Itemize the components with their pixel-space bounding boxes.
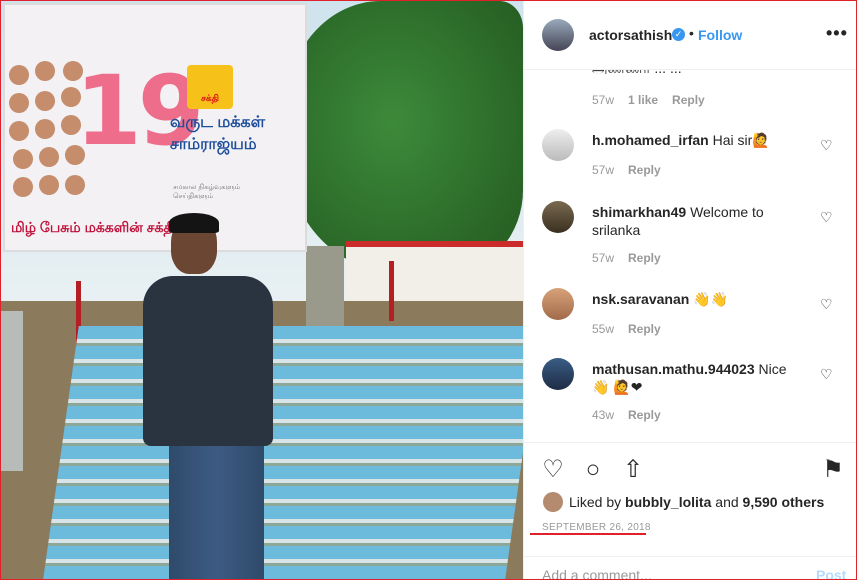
commenter-avatar[interactable] [542, 201, 574, 233]
comment-body: Hai sir🙋 [712, 132, 770, 148]
liked-count[interactable]: 9,590 others [743, 494, 825, 510]
partial-comment-text: அண்ணா ... ... [592, 70, 682, 79]
comment-meta: 57w Reply [592, 251, 675, 265]
photo-stairs [43, 326, 523, 579]
photo-pillar [306, 246, 344, 326]
post-date[interactable]: SEPTEMBER 26, 2018 [542, 522, 651, 533]
photo-tree [286, 1, 523, 271]
share-icon[interactable]: ⇧ [620, 457, 646, 483]
commenter-avatar[interactable] [542, 358, 574, 390]
liked-by-text: Liked by bubbly_lolita and 9,590 others [543, 492, 825, 512]
billboard-line2: சாம்ராஜ்யம் [170, 136, 257, 153]
like-comment-icon[interactable]: ♡ [820, 138, 834, 152]
reply-button[interactable]: Reply [628, 408, 661, 422]
comment-time: 57w [592, 163, 615, 177]
follow-button[interactable]: Follow [698, 27, 742, 43]
reply-button[interactable]: Reply [628, 322, 661, 336]
comment-meta: 55w Reply [592, 322, 675, 336]
screenshot-frame: 19 சக்தி வருட மக்கள் சாம்ராஜ்யம் சமகால ந… [0, 0, 857, 580]
comment-time: 43w [592, 408, 615, 422]
commenter-avatar[interactable] [542, 129, 574, 161]
add-comment-input[interactable]: Add a comment... [542, 567, 652, 579]
comment-time: 57w [592, 93, 615, 107]
verified-badge-icon: ✓ [672, 28, 685, 41]
comment-time: 55w [592, 322, 615, 336]
more-options-icon[interactable]: ••• [826, 23, 848, 44]
like-comment-icon[interactable]: ♡ [820, 367, 834, 381]
comments-list[interactable]: அண்ணா ... ... 57w 1 like Reply h.mohamed_i… [524, 70, 856, 442]
commenter-username[interactable]: nsk.saravanan [592, 291, 689, 307]
commenter-username[interactable]: h.mohamed_irfan [592, 132, 709, 148]
like-comment-icon[interactable]: ♡ [820, 297, 834, 311]
photo-red-pole [389, 261, 394, 321]
post-photo: 19 சக்தி வருட மக்கள் சாம்ராஜ்யம் சமகால ந… [1, 1, 523, 579]
liked-prefix: Liked by [569, 494, 622, 510]
person-shirt [143, 276, 273, 446]
billboard-small-text: சமகால நிகழ்வுகளும் செய்திகளும் [173, 184, 241, 200]
author-avatar[interactable] [542, 19, 574, 51]
comment-bubble-icon[interactable]: ○ [580, 457, 606, 483]
billboard-line1: வருட மக்கள் [170, 114, 266, 131]
post-actions: ♡ ○ ⇧ ⚑ Liked by bubbly_lolita and 9,590… [524, 442, 856, 579]
liked-and: and [715, 494, 739, 510]
person-jeans [169, 441, 264, 579]
date-highlight-underline [530, 533, 646, 535]
photo-building [346, 241, 523, 307]
reply-button[interactable]: Reply [672, 93, 705, 107]
post-header: actorsathish ✓ • Follow ••• [524, 1, 856, 70]
reply-button[interactable]: Reply [628, 251, 661, 265]
comment-text: h.mohamed_irfan Hai sir🙋 [592, 131, 812, 149]
post-comment-button[interactable]: Post [816, 567, 846, 579]
comment-meta: 57w Reply [592, 163, 675, 177]
save-bookmark-icon[interactable]: ⚑ [820, 457, 846, 483]
comment-body: 👋👋 [693, 291, 729, 307]
comment-meta: 43w Reply [592, 408, 675, 422]
partial-comment-meta: 57w 1 like Reply [592, 93, 719, 107]
photo-wall [1, 311, 23, 471]
post-sidebar: actorsathish ✓ • Follow ••• அண்ணா ... ..… [523, 1, 856, 579]
commenter-avatar[interactable] [542, 288, 574, 320]
comment-time: 57w [592, 251, 615, 265]
add-comment-bar: Add a comment... Post [524, 556, 856, 579]
liker-avatar[interactable] [543, 492, 563, 512]
billboard-logo: சக்தி [187, 65, 233, 109]
author-username[interactable]: actorsathish [589, 27, 672, 43]
like-comment-icon[interactable]: ♡ [820, 210, 834, 224]
like-heart-icon[interactable]: ♡ [540, 457, 566, 483]
reply-button[interactable]: Reply [628, 163, 661, 177]
comment-text: nsk.saravanan 👋👋 [592, 290, 812, 308]
liked-user[interactable]: bubbly_lolita [625, 494, 711, 510]
header-separator: • [689, 25, 694, 41]
comment-text: mathusan.mathu.944023 Nice 👋 🙋❤ [592, 360, 792, 396]
person-hair [169, 213, 219, 233]
billboard-bottom-text: மிழ் பேசும் மக்களின் சக்தி [11, 219, 175, 235]
billboard: 19 சக்தி வருட மக்கள் சாம்ராஜ்யம் சமகால ந… [3, 3, 307, 252]
commenter-username[interactable]: shimarkhan49 [592, 204, 686, 220]
commenter-username[interactable]: mathusan.mathu.944023 [592, 361, 755, 377]
comment-likes[interactable]: 1 like [628, 93, 658, 107]
comment-text: shimarkhan49 Welcome to srilanka [592, 203, 812, 239]
